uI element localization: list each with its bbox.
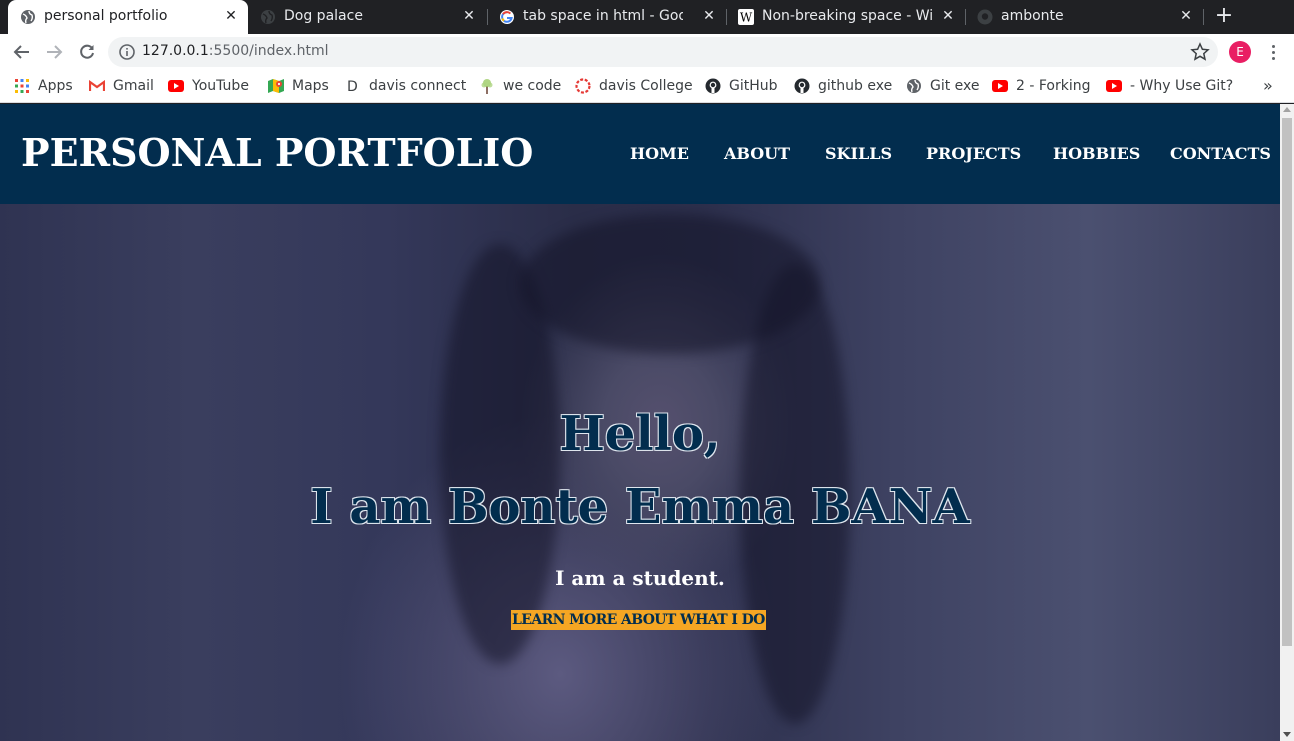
page-scrollbar[interactable]	[1280, 104, 1294, 741]
profile-avatar[interactable]: E	[1229, 41, 1251, 63]
tab-title: Non-breaking space - Wik	[762, 8, 934, 24]
close-tab-icon[interactable]: ✕	[939, 7, 957, 25]
browser-menu-icon[interactable]	[1263, 41, 1283, 63]
web-page: PERSONAL PORTFOLIO HOME ABOUT SKILLS PRO…	[0, 104, 1280, 741]
tab-strip: personal portfolio ✕ Dog palace ✕ tab sp…	[0, 0, 1294, 34]
bookmark-label: davis College	[599, 78, 693, 94]
tab-personal-portfolio[interactable]: personal portfolio ✕	[8, 0, 248, 34]
youtube-icon	[992, 78, 1008, 94]
github-icon	[977, 9, 993, 25]
nav-link-home[interactable]: HOME	[630, 144, 689, 163]
back-button[interactable]	[11, 41, 33, 63]
hero-intro: I am Bonte Emma BANA	[310, 479, 970, 535]
bookmark-why-use-git[interactable]: - Why Use Git?	[1106, 76, 1233, 96]
reload-button[interactable]	[76, 41, 98, 63]
globe-icon	[906, 78, 922, 94]
tree-icon	[479, 78, 495, 94]
close-tab-icon[interactable]: ✕	[222, 7, 240, 25]
bookmark-git-exe[interactable]: Git exe	[906, 76, 980, 96]
address-bar[interactable]: 127.0.0.1:5500/index.html	[108, 37, 1218, 67]
hero-section: Hello, I am Bonte Emma BANA I am a stude…	[0, 204, 1280, 741]
nav-link-skills[interactable]: SKILLS	[825, 144, 892, 163]
hero-subtitle: I am a student.	[555, 566, 725, 590]
url-text[interactable]: 127.0.0.1:5500/index.html	[142, 43, 329, 59]
bookmark-youtube[interactable]: YouTube	[168, 76, 249, 96]
nav-link-projects[interactable]: PROJECTS	[926, 144, 1021, 163]
nav-link-contacts[interactable]: CONTACTS	[1170, 144, 1271, 163]
svg-text:D: D	[347, 79, 358, 94]
nav-link-hobbies[interactable]: HOBBIES	[1053, 144, 1140, 163]
scroll-down-arrow-icon[interactable]	[1283, 732, 1291, 737]
nav-link-about[interactable]: ABOUT	[724, 144, 790, 163]
wikipedia-icon: W	[738, 9, 754, 25]
bookmark-github-exe[interactable]: github exe	[794, 76, 892, 96]
close-tab-icon[interactable]: ✕	[460, 7, 478, 25]
davis-d-icon: D	[345, 78, 361, 94]
bookmark-label: Gmail	[113, 78, 154, 94]
bookmark-label: Git exe	[930, 78, 980, 94]
bookmark-label: YouTube	[192, 78, 249, 94]
tab-title: personal portfolio	[44, 8, 168, 24]
google-icon	[499, 9, 515, 25]
tab-title: tab space in html - Google	[523, 8, 683, 24]
gmail-icon	[89, 78, 105, 94]
github-icon	[705, 78, 721, 94]
bookmark-label: GitHub	[729, 78, 778, 94]
reload-icon	[80, 44, 94, 59]
apps-grid-icon	[14, 78, 30, 94]
hero-photo-shape	[520, 214, 820, 354]
tab-title: Dog palace	[284, 8, 363, 24]
tab-ambonte[interactable]: ambonte ✕	[965, 0, 1203, 34]
bookmarks-overflow-icon[interactable]: »	[1263, 76, 1273, 95]
new-tab-button[interactable]: +	[1213, 5, 1235, 27]
bookmark-label: Maps	[292, 78, 329, 94]
bookmark-github[interactable]: GitHub	[705, 76, 778, 96]
site-brand[interactable]: PERSONAL PORTFOLIO	[21, 130, 533, 175]
bookmark-label: 2 - Forking	[1016, 78, 1091, 94]
forward-arrow-icon	[47, 45, 63, 59]
bookmark-gmail[interactable]: Gmail	[89, 76, 154, 96]
tab-google-search[interactable]: tab space in html - Google ✕	[487, 0, 725, 34]
youtube-icon	[1106, 78, 1122, 94]
site-header: PERSONAL PORTFOLIO HOME ABOUT SKILLS PRO…	[0, 104, 1280, 204]
tab-dog-palace[interactable]: Dog palace ✕	[248, 0, 486, 34]
bookmark-label: github exe	[818, 78, 893, 94]
globe-icon	[260, 9, 276, 25]
globe-icon	[20, 9, 36, 25]
bookmark-davis-college[interactable]: davis College	[575, 76, 693, 96]
bookmark-label: - Why Use Git?	[1130, 78, 1234, 94]
bookmark-label: davis connect	[369, 78, 467, 94]
bookmark-davis-connect[interactable]: D davis connect	[345, 76, 466, 96]
tab-title: ambonte	[1001, 8, 1064, 24]
davis-college-icon	[575, 78, 591, 94]
url-host: 127.0.0.1	[142, 43, 209, 59]
hero-greeting: Hello,	[559, 406, 721, 462]
maps-icon	[268, 78, 284, 94]
browser-toolbar: 127.0.0.1:5500/index.html E	[0, 34, 1294, 70]
bookmark-label: we code	[503, 78, 562, 94]
learn-more-button[interactable]: LEARN MORE ABOUT WHAT I DO	[511, 610, 766, 630]
bookmark-forking[interactable]: 2 - Forking	[992, 76, 1091, 96]
info-icon[interactable]	[118, 43, 136, 61]
bookmark-star-icon[interactable]	[1190, 42, 1210, 62]
scroll-up-arrow-icon[interactable]	[1283, 107, 1291, 112]
tab-wikipedia[interactable]: W Non-breaking space - Wik ✕	[726, 0, 964, 34]
youtube-icon	[168, 78, 184, 94]
close-tab-icon[interactable]: ✕	[700, 7, 718, 25]
github-icon	[794, 78, 810, 94]
scroll-thumb[interactable]	[1282, 118, 1292, 646]
url-path: :5500/index.html	[208, 43, 329, 59]
bookmark-apps[interactable]: Apps	[14, 76, 73, 96]
bookmarks-bar: Apps Gmail YouTube Maps D davis connect …	[0, 70, 1294, 103]
back-arrow-icon	[13, 45, 29, 59]
tab-separator	[1203, 9, 1204, 25]
bookmark-we-code[interactable]: we code	[479, 76, 561, 96]
svg-text:W: W	[740, 11, 753, 25]
close-tab-icon[interactable]: ✕	[1177, 7, 1195, 25]
bookmark-maps[interactable]: Maps	[268, 76, 329, 96]
forward-button[interactable]	[43, 41, 65, 63]
bookmark-label: Apps	[38, 78, 73, 94]
